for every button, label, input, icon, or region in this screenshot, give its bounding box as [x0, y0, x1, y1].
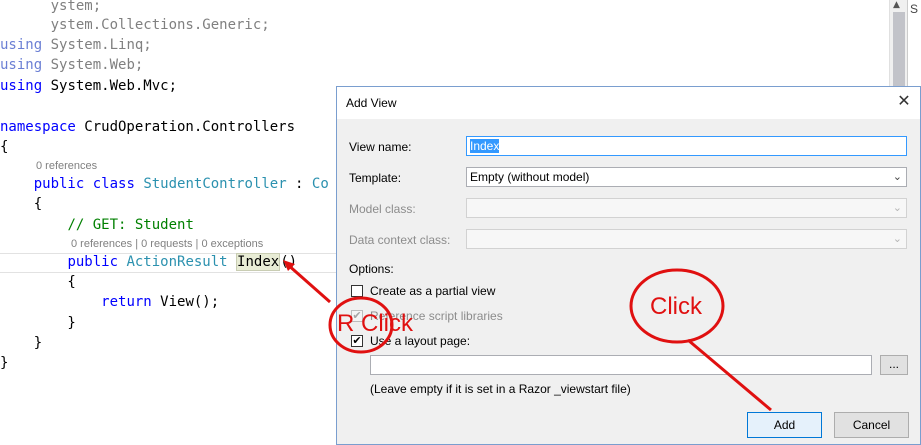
data-context-class-label: Data context class: — [349, 233, 451, 247]
code-line[interactable]: ystem.Collections.Generic; — [0, 15, 270, 35]
browse-button[interactable]: ... — [880, 355, 908, 375]
code-token: ActionResult — [126, 254, 228, 270]
template-value: Empty (without model) — [470, 170, 590, 184]
side-panel-tab-label: S — [910, 2, 919, 16]
partial-view-label[interactable]: Create as a partial view — [370, 284, 495, 298]
code-token: } — [0, 335, 43, 351]
options-label: Options: — [349, 262, 394, 276]
code-line[interactable]: using System.Web.Mvc; — [0, 76, 177, 96]
codelens-method-references[interactable]: 0 references | 0 requests | 0 exceptions — [71, 237, 263, 251]
model-class-label: Model class: — [349, 202, 416, 216]
layout-hint-text: (Leave empty if it is set in a Razor _vi… — [370, 382, 631, 396]
template-dropdown[interactable]: Empty (without model) ⌄ — [466, 167, 907, 187]
code-token: using — [0, 78, 43, 94]
view-name-value: Index — [470, 139, 500, 153]
code-token: System.Web.Mvc; — [42, 78, 178, 94]
code-token: // GET: Student — [67, 217, 194, 233]
chevron-down-icon: ⌄ — [892, 170, 902, 183]
scroll-up-arrow-icon[interactable]: ▲ — [893, 0, 900, 10]
close-icon[interactable]: ✕ — [894, 92, 914, 112]
code-token: System.Linq; — [42, 37, 152, 53]
dialog-titlebar[interactable]: Add View ✕ — [337, 87, 920, 119]
code-token: StudentController — [143, 176, 287, 192]
add-button[interactable]: Add — [747, 412, 822, 438]
code-token: return — [101, 294, 152, 310]
code-token: System.Web; — [42, 57, 144, 73]
code-token: View(); — [151, 294, 220, 310]
code-token: public — [67, 254, 119, 270]
code-token: using — [0, 37, 43, 53]
layout-page-input[interactable] — [370, 355, 872, 375]
scrollbar-thumb[interactable] — [893, 12, 905, 86]
view-name-label: View name: — [349, 140, 412, 154]
code-token: { — [0, 196, 43, 212]
view-name-input[interactable]: Index — [466, 136, 907, 156]
codelens-class-references[interactable]: 0 references — [36, 159, 97, 173]
side-panel-tab[interactable]: S — [907, 0, 921, 86]
model-class-dropdown[interactable]: ⌄ — [466, 198, 907, 218]
code-line[interactable]: } — [0, 313, 76, 333]
code-token: public — [33, 176, 85, 192]
code-line[interactable]: namespace CrudOperation.Controllers — [0, 117, 295, 137]
code-token: { — [0, 139, 9, 155]
code-line[interactable]: return View(); — [0, 292, 219, 312]
add-view-dialog: Add View ✕ View name: Index Template: Em… — [336, 86, 921, 445]
annotation-click-text: Click — [650, 293, 702, 320]
code-token: Co — [311, 176, 329, 192]
code-token: ystem.Collections.Generic; — [0, 17, 270, 33]
code-token: ystem; — [0, 0, 102, 14]
data-context-class-dropdown[interactable]: ⌄ — [466, 229, 907, 249]
code-token: : — [286, 176, 312, 192]
code-token: CrudOperation.Controllers — [75, 119, 296, 135]
code-line[interactable]: using System.Web; — [0, 55, 143, 75]
chevron-down-icon: ⌄ — [892, 201, 902, 214]
annotation-right-click-text: R Click — [337, 310, 413, 337]
code-token: class — [92, 176, 135, 192]
code-token: using — [0, 57, 43, 73]
code-line[interactable]: } — [0, 333, 42, 353]
code-token: } — [0, 355, 9, 371]
code-token: } — [0, 315, 76, 331]
cancel-button[interactable]: Cancel — [834, 412, 909, 438]
template-label: Template: — [349, 171, 402, 185]
code-token: Index — [236, 253, 281, 271]
code-token: () — [280, 254, 298, 270]
code-line[interactable]: // GET: Student — [0, 215, 194, 235]
code-line[interactable]: { — [0, 194, 42, 214]
code-line[interactable]: public ActionResult Index() — [0, 252, 297, 272]
code-line[interactable]: { — [0, 137, 8, 157]
code-line[interactable]: using System.Linq; — [0, 35, 152, 55]
code-token: namespace — [0, 119, 76, 135]
chevron-down-icon: ⌄ — [892, 232, 902, 245]
code-token: { — [0, 274, 76, 290]
code-line[interactable]: { — [0, 272, 76, 292]
code-line[interactable]: public class StudentController : Co — [0, 174, 329, 194]
code-line[interactable]: } — [0, 353, 8, 373]
vertical-scrollbar[interactable]: ▲ — [889, 0, 908, 86]
code-line[interactable]: ystem; — [0, 0, 102, 16]
partial-view-checkbox[interactable] — [351, 285, 363, 297]
dialog-title: Add View — [346, 96, 397, 110]
